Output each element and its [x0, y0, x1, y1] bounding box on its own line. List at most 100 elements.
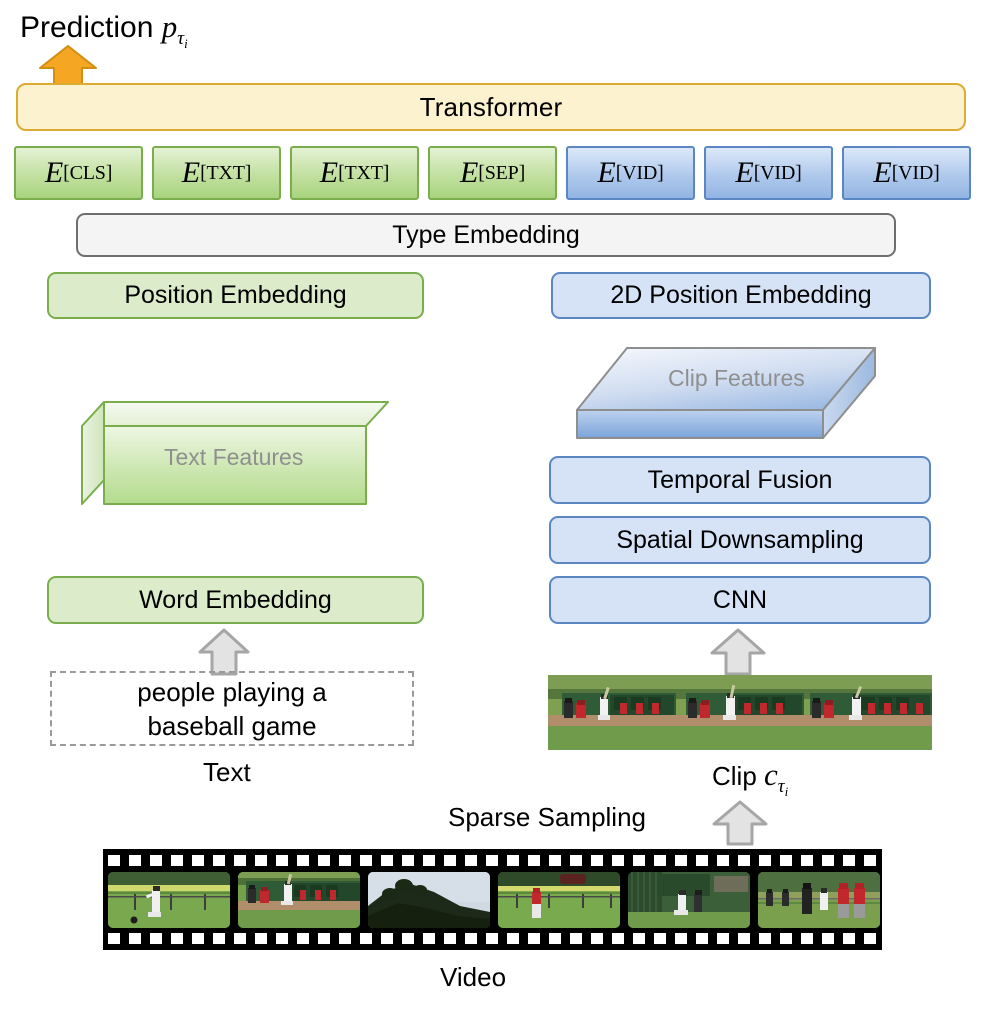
prediction-text: Prediction [20, 11, 154, 44]
prediction-subsubscript: i [184, 36, 188, 51]
token-txt-1[interactable]: E [TXT] [152, 146, 281, 200]
filmstrip-sprocket [486, 855, 498, 866]
filmstrip-sprocket [654, 855, 666, 866]
token-cls[interactable]: E [CLS] [14, 146, 143, 200]
filmstrip-frame [368, 872, 490, 928]
filmstrip-sprocket [843, 855, 855, 866]
token-sep[interactable]: E [SEP] [428, 146, 557, 200]
clip-frame [804, 675, 932, 750]
token-txt-2[interactable]: E [TXT] [290, 146, 419, 200]
token-vid-3[interactable]: E [VID] [842, 146, 971, 200]
filmstrip-sprocket [528, 933, 540, 944]
token-symbol: E [319, 156, 339, 189]
filmstrip-sprocket [633, 933, 645, 944]
filmstrip-sprocket [570, 933, 582, 944]
position-embedding-2d-label: 2D Position Embedding [610, 281, 872, 309]
text-caption: Text [203, 757, 251, 787]
cnn-block[interactable]: CNN [549, 576, 931, 624]
filmstrip-sprocket [360, 855, 372, 866]
filmstrip-sprocket [654, 933, 666, 944]
filmstrip-sprocket [150, 855, 162, 866]
token-symbol: E [181, 156, 201, 189]
text-features-label: Text Features [164, 444, 304, 470]
clip-caption-subscript: τ [777, 776, 785, 797]
filmstrip-sprocket [864, 855, 876, 866]
filmstrip-sprocket [318, 933, 330, 944]
filmstrip-sprocket [759, 933, 771, 944]
type-embedding-block[interactable]: Type Embedding [76, 213, 896, 257]
filmstrip-sprocket [423, 855, 435, 866]
filmstrip-sprocket [150, 933, 162, 944]
token-subscript: [TXT] [338, 161, 390, 184]
text-input-line-1: people playing a [137, 676, 327, 707]
word-embedding-block[interactable]: Word Embedding [47, 576, 424, 624]
filmstrip-sprocket [822, 855, 834, 866]
token-symbol: E [597, 156, 616, 189]
filmstrip-sprocket [192, 933, 204, 944]
filmstrip-sprocket [192, 855, 204, 866]
filmstrip-sprocket [465, 855, 477, 866]
filmstrip-sprocket [234, 855, 246, 866]
transformer-label: Transformer [419, 91, 563, 122]
filmstrip-sprocket [381, 933, 393, 944]
filmstrip-sprocket [549, 855, 561, 866]
filmstrip-sprocket [255, 933, 267, 944]
temporal-fusion-block[interactable]: Temporal Fusion [549, 456, 931, 504]
filmstrip-sprockets-top [103, 855, 882, 866]
spatial-downsampling-block[interactable]: Spatial Downsampling [549, 516, 931, 564]
clip-features-label: Clip Features [668, 365, 805, 391]
text-input-line-2: baseball game [147, 710, 317, 741]
filmstrip-sprocket [570, 855, 582, 866]
token-symbol: E [873, 156, 892, 189]
token-vid-2[interactable]: E [VID] [704, 146, 833, 200]
token-subscript: [VID] [753, 161, 802, 184]
clip-frames[interactable] [548, 675, 932, 750]
type-embedding-label: Type Embedding [392, 220, 580, 249]
filmstrip-sprocket [255, 855, 267, 866]
filmstrip-frame [628, 872, 750, 928]
transformer-block[interactable]: Transformer [16, 83, 966, 131]
video-caption: Video [440, 962, 507, 992]
clip-features-shape [575, 340, 905, 450]
text-arrow-up-icon [198, 628, 250, 676]
cnn-label: CNN [712, 585, 768, 614]
filmstrip-sprocket [738, 855, 750, 866]
filmstrip-sprocket [276, 933, 288, 944]
filmstrip-sprocket [297, 933, 309, 944]
filmstrip-sprocket [108, 933, 120, 944]
token-subscript: [VID] [615, 161, 664, 184]
filmstrip-sprocket [171, 933, 183, 944]
clip-frame [548, 675, 676, 750]
position-embedding-2d-block[interactable]: 2D Position Embedding [551, 272, 931, 319]
filmstrip-sprocket [612, 933, 624, 944]
filmstrip-sprocket [486, 933, 498, 944]
filmstrip-sprocket [297, 855, 309, 866]
filmstrip-sprocket [444, 855, 456, 866]
filmstrip-sprocket [801, 855, 813, 866]
token-subscript: [TXT] [200, 161, 252, 184]
word-embedding-label: Word Embedding [139, 585, 332, 614]
filmstrip-sprocket [591, 933, 603, 944]
text-input-box[interactable]: people playing a baseball game [50, 671, 414, 746]
filmstrip-sprocket [675, 933, 687, 944]
filmstrip-sprocket [549, 933, 561, 944]
token-subscript: [SEP] [478, 161, 526, 184]
spatial-downsampling-label: Spatial Downsampling [616, 525, 864, 554]
token-symbol: E [459, 156, 479, 189]
filmstrip-sprocket [171, 855, 183, 866]
token-vid-1[interactable]: E [VID] [566, 146, 695, 200]
filmstrip-sprocket [339, 855, 351, 866]
position-embedding-block[interactable]: Position Embedding [47, 272, 424, 319]
filmstrip-sprocket [696, 855, 708, 866]
filmstrip-sprocket [507, 855, 519, 866]
filmstrip-sprocket [318, 855, 330, 866]
filmstrip-sprocket [423, 933, 435, 944]
filmstrip-sprocket [528, 855, 540, 866]
filmstrip-sprocket [360, 933, 372, 944]
token-subscript: [CLS] [63, 161, 113, 184]
filmstrip-sprocket [213, 933, 225, 944]
video-filmstrip[interactable] [103, 849, 882, 950]
filmstrip-sprocket [234, 933, 246, 944]
filmstrip-sprocket [780, 855, 792, 866]
filmstrip-sprocket [612, 855, 624, 866]
